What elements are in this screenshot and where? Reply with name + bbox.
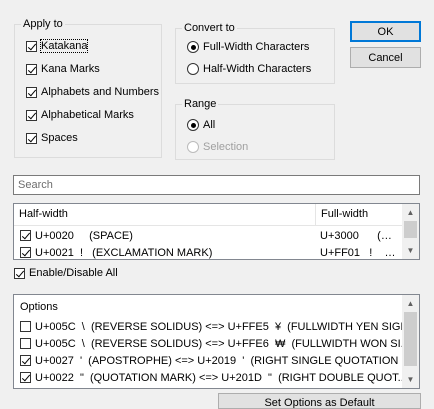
- radio-full-width[interactable]: Full-Width Characters: [187, 39, 309, 55]
- checkbox-box[interactable]: [20, 372, 31, 383]
- radio-label: Full-Width Characters: [203, 41, 310, 53]
- checkbox-box[interactable]: [26, 63, 37, 75]
- options-list[interactable]: Options U+005C \ (REVERSE SOLIDUS) <=> U…: [13, 294, 420, 389]
- checkbox-box[interactable]: [20, 247, 31, 258]
- search-input[interactable]: Search: [13, 175, 420, 195]
- radio-label: All: [203, 119, 216, 131]
- list-item[interactable]: U+005C \ (REVERSE SOLIDUS) <=> U+FFE6 ₩ …: [14, 335, 410, 352]
- checkbox-box[interactable]: [20, 321, 31, 332]
- set-default-button-label: Set Options as Default: [264, 397, 375, 409]
- scroll-thumb[interactable]: [404, 312, 417, 366]
- checkbox-box[interactable]: [26, 109, 37, 121]
- full-width-cell: U+FF01 ! …: [320, 246, 396, 259]
- checkbox-label: Kana Marks: [41, 63, 100, 75]
- ok-button[interactable]: OK: [350, 21, 421, 42]
- scroll-down-icon[interactable]: ▼: [402, 371, 419, 388]
- radio-circle[interactable]: [187, 119, 199, 131]
- checkbox-box[interactable]: [26, 40, 37, 52]
- radio-all[interactable]: All: [187, 117, 215, 133]
- list-header: Half-width Full-width ⌃: [14, 204, 402, 226]
- checkbox-alphabetical-marks[interactable]: Alphabetical Marks: [26, 107, 134, 123]
- option-text: U+005C \ (REVERSE SOLIDUS) <=> U+FFE5 ¥ …: [35, 320, 413, 333]
- radio-circle[interactable]: [187, 63, 199, 75]
- sort-arrow-icon: ⌃: [161, 203, 169, 209]
- checkbox-spaces[interactable]: Spaces: [26, 130, 78, 146]
- options-header: Options: [14, 298, 402, 316]
- column-full-width[interactable]: Full-width: [316, 204, 404, 225]
- option-text: U+005C \ (REVERSE SOLIDUS) <=> U+FFE6 ₩ …: [35, 337, 410, 350]
- checkbox-kana-marks[interactable]: Kana Marks: [26, 61, 100, 77]
- list-item[interactable]: U+005C \ (REVERSE SOLIDUS) <=> U+FFE5 ¥ …: [14, 318, 412, 335]
- option-text: U+0027 ' (APOSTROPHE) <=> U+2019 ' (RIGH…: [35, 354, 411, 367]
- scroll-thumb[interactable]: [404, 221, 417, 238]
- radio-selection[interactable]: Selection: [187, 139, 248, 155]
- character-list[interactable]: Half-width Full-width ⌃ U+0020 (SPACE) U…: [13, 203, 420, 260]
- full-width-cell: U+3000 (…: [320, 229, 392, 242]
- radio-circle[interactable]: [187, 41, 199, 53]
- checkbox-box[interactable]: [26, 132, 37, 144]
- half-width-cell: U+0020 (SPACE): [35, 229, 133, 242]
- scroll-up-icon[interactable]: ▲: [402, 204, 419, 221]
- range-title: Range: [182, 97, 219, 111]
- radio-label: Selection: [203, 141, 249, 153]
- checkbox-box[interactable]: [14, 267, 25, 279]
- checkbox-box[interactable]: [20, 338, 31, 349]
- vertical-scrollbar[interactable]: ▲ ▼: [402, 204, 419, 259]
- checkbox-label: Alphabets and Numbers: [41, 86, 160, 98]
- apply-to-title: Apply to: [21, 17, 65, 31]
- checkbox-alphabets-numbers[interactable]: Alphabets and Numbers: [26, 84, 159, 100]
- radio-label: Half-Width Characters: [203, 63, 312, 75]
- checkbox-box[interactable]: [20, 230, 31, 241]
- set-default-button[interactable]: Set Options as Default: [218, 393, 421, 409]
- checkbox-enable-disable-all[interactable]: Enable/Disable All: [14, 265, 118, 281]
- list-item[interactable]: U+0020 (SPACE) U+3000 (…: [14, 227, 402, 244]
- cancel-button[interactable]: Cancel: [350, 47, 421, 68]
- radio-circle[interactable]: [187, 141, 199, 153]
- list-item[interactable]: U+0027 ' (APOSTROPHE) <=> U+2019 ' (RIGH…: [14, 352, 411, 369]
- scroll-down-icon[interactable]: ▼: [402, 242, 419, 259]
- list-item[interactable]: U+0022 " (QUOTATION MARK) <=> U+201D " (…: [14, 369, 407, 386]
- vertical-scrollbar[interactable]: ▲ ▼: [402, 295, 419, 388]
- checkbox-label: Alphabetical Marks: [41, 109, 134, 121]
- list-item[interactable]: U+0021 ! (EXCLAMATION MARK) U+FF01 ! …: [14, 244, 402, 259]
- checkbox-label: Enable/Disable All: [29, 267, 118, 279]
- convert-to-title: Convert to: [182, 21, 237, 35]
- checkbox-label: Spaces: [41, 132, 78, 144]
- radio-half-width[interactable]: Half-Width Characters: [187, 61, 311, 77]
- option-text: U+0022 " (QUOTATION MARK) <=> U+201D " (…: [35, 371, 407, 384]
- checkbox-katakana[interactable]: Katakana: [26, 38, 89, 54]
- checkbox-label: Katakana: [39, 39, 89, 53]
- scroll-up-icon[interactable]: ▲: [402, 295, 419, 312]
- half-width-cell: U+0021 ! (EXCLAMATION MARK): [35, 246, 213, 259]
- checkbox-box[interactable]: [20, 355, 31, 366]
- options-header-label: Options: [20, 301, 58, 313]
- checkbox-box[interactable]: [26, 86, 37, 98]
